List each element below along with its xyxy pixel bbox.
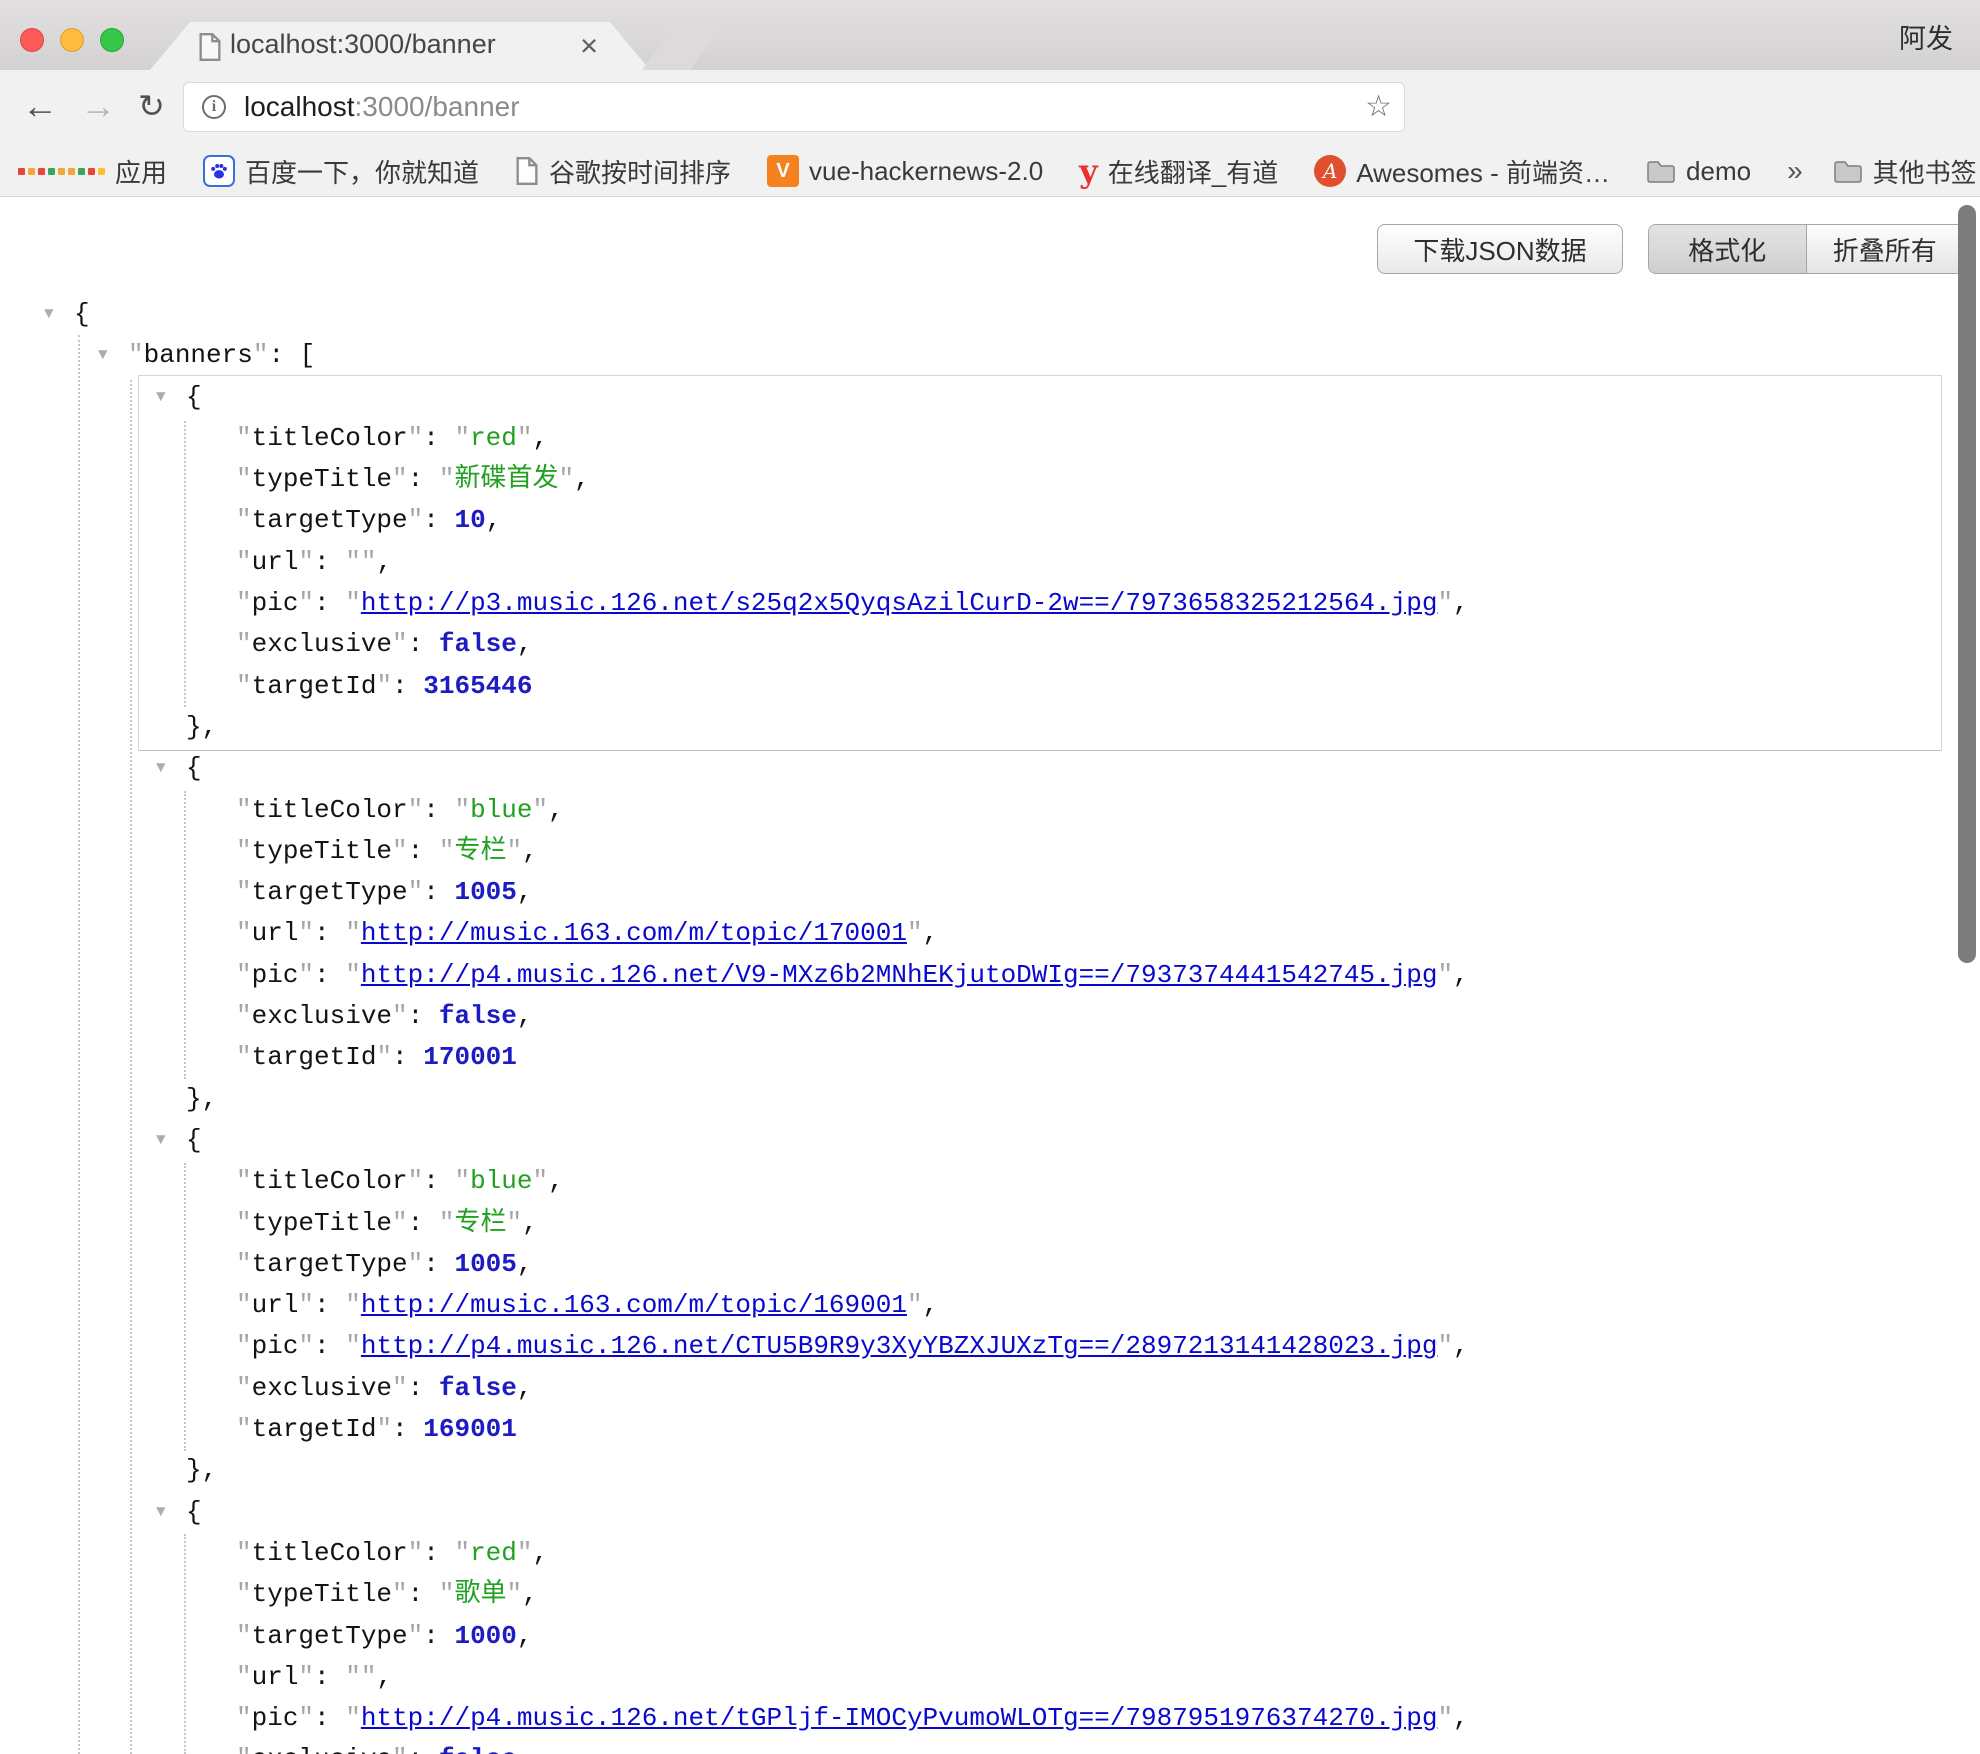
browser-toolbar: ← → ↻ i localhost:3000/banner ☆ 英: [0, 70, 1980, 146]
bookmark-label: 在线翻译_有道: [1108, 153, 1278, 190]
folder-icon: [1646, 158, 1676, 184]
fullscreen-window-button[interactable]: [100, 28, 124, 52]
close-window-button[interactable]: [20, 28, 44, 52]
json-field-pic: "pic": "http://p4.music.126.net/V9-MXz6b…: [0, 955, 1980, 996]
collapse-triangle-icon[interactable]: ▼: [44, 294, 54, 335]
bookmark-label: vue-hackernews-2.0: [809, 156, 1043, 187]
back-button[interactable]: ←: [22, 82, 58, 130]
json-link[interactable]: http://p4.music.126.net/tGPljf-IMOCyPvum…: [361, 1703, 1438, 1733]
apps-grid-icon: [18, 168, 105, 175]
json-object-open: ▼{: [0, 1492, 1980, 1533]
json-field-url: "url": "",: [0, 1657, 1980, 1698]
bookmark-folder-demo[interactable]: demo: [1646, 156, 1751, 187]
json-link[interactable]: http://music.163.com/m/topic/170001: [361, 918, 907, 948]
json-field-titleColor: "titleColor": "blue",: [0, 1161, 1980, 1202]
json-field-exclusive: "exclusive": false,: [0, 1739, 1980, 1754]
bookmark-label: 谷歌按时间排序: [549, 153, 731, 190]
awesomes-a-icon: A: [1314, 155, 1346, 187]
page-document-icon: [198, 33, 222, 66]
json-field-url: "url": "http://music.163.com/m/topic/169…: [0, 1285, 1980, 1326]
folder-icon: [1833, 158, 1863, 184]
json-object-close: },: [0, 1450, 1980, 1491]
tab-title: localhost:3000/banner: [230, 29, 496, 60]
json-object-close: },: [0, 1079, 1980, 1120]
bookmark-label: 百度一下，你就知道: [245, 153, 479, 190]
json-object-open: ▼{: [0, 1120, 1980, 1161]
bookmark-apps[interactable]: 应用: [18, 153, 167, 190]
address-bar[interactable]: i localhost:3000/banner ☆: [183, 82, 1405, 132]
collapse-triangle-icon[interactable]: ▼: [156, 748, 166, 789]
forward-button: →: [80, 82, 116, 130]
json-root-open: ▼{: [0, 294, 1980, 335]
reload-button[interactable]: ↻: [138, 82, 165, 130]
url-host: localhost: [244, 91, 355, 122]
document-icon: [515, 157, 539, 185]
collapse-triangle-icon[interactable]: ▼: [156, 1120, 166, 1161]
json-object-open: ▼{: [0, 377, 1980, 418]
scrollbar-thumb[interactable]: [1958, 205, 1976, 963]
bookmark-vue-hackernews[interactable]: V vue-hackernews-2.0: [767, 155, 1043, 187]
json-field-pic: "pic": "http://p3.music.126.net/s25q2x5Q…: [0, 583, 1980, 624]
browser-tab[interactable]: localhost:3000/banner ×: [150, 22, 650, 70]
bookmark-awesomes[interactable]: A Awesomes - 前端资…: [1314, 153, 1610, 190]
url-text[interactable]: localhost:3000/banner: [244, 91, 520, 123]
json-field-url: "url": "",: [0, 542, 1980, 583]
json-field-typeTitle: "typeTitle": "专栏",: [0, 1203, 1980, 1244]
bookmark-label: demo: [1686, 156, 1751, 187]
other-bookmarks-folder[interactable]: 其他书签: [1833, 153, 1977, 190]
bookmark-google-sort[interactable]: 谷歌按时间排序: [515, 153, 731, 190]
json-field-titleColor: "titleColor": "blue",: [0, 790, 1980, 831]
json-field-targetId: "targetId": 169001: [0, 1409, 1980, 1450]
json-field-typeTitle: "typeTitle": "歌单",: [0, 1574, 1980, 1615]
json-field-targetId: "targetId": 3165446: [0, 666, 1980, 707]
profile-name[interactable]: 阿发: [1899, 17, 1953, 56]
tab-close-icon[interactable]: ×: [580, 28, 598, 64]
minimize-window-button[interactable]: [60, 28, 84, 52]
json-field-targetId: "targetId": 170001: [0, 1037, 1980, 1078]
bookmarks-overflow-chevron[interactable]: »: [1787, 155, 1803, 187]
json-link[interactable]: http://p3.music.126.net/s25q2x5QyqsAzilC…: [361, 588, 1438, 618]
json-field-pic: "pic": "http://p4.music.126.net/CTU5B9R9…: [0, 1326, 1980, 1367]
json-field-typeTitle: "typeTitle": "专栏",: [0, 831, 1980, 872]
url-path: :3000/banner: [355, 91, 520, 122]
bookmark-label: 应用: [115, 153, 167, 190]
bookmark-youdao[interactable]: y 在线翻译_有道: [1079, 153, 1278, 190]
json-link[interactable]: http://p4.music.126.net/V9-MXz6b2MNhEKju…: [361, 960, 1438, 990]
page-info-icon[interactable]: i: [202, 95, 226, 119]
json-field-targetType: "targetType": 1000,: [0, 1616, 1980, 1657]
json-field-url: "url": "http://music.163.com/m/topic/170…: [0, 913, 1980, 954]
bookmark-label: Awesomes - 前端资…: [1356, 153, 1610, 190]
json-field-exclusive: "exclusive": false,: [0, 624, 1980, 665]
json-link[interactable]: http://p4.music.126.net/CTU5B9R9y3XyYBZX…: [361, 1331, 1438, 1361]
json-object-open: ▼{: [0, 748, 1980, 789]
json-field-titleColor: "titleColor": "red",: [0, 1533, 1980, 1574]
json-field-titleColor: "titleColor": "red",: [0, 418, 1980, 459]
other-bookmarks-label: 其他书签: [1873, 153, 1977, 190]
json-field-typeTitle: "typeTitle": "新碟首发",: [0, 459, 1980, 500]
json-object-close: },: [0, 707, 1980, 748]
json-field-targetType: "targetType": 10,: [0, 500, 1980, 541]
bookmarks-bar: 应用 百度一下，你就知道: [0, 146, 1980, 197]
collapse-triangle-icon[interactable]: ▼: [156, 1492, 166, 1533]
bookmark-baidu[interactable]: 百度一下，你就知道: [203, 153, 479, 190]
json-field-targetType: "targetType": 1005,: [0, 1244, 1980, 1285]
bookmark-star-icon[interactable]: ☆: [1365, 89, 1392, 124]
tab-strip: localhost:3000/banner × 阿发: [0, 0, 1980, 70]
collapse-triangle-icon[interactable]: ▼: [156, 377, 166, 418]
json-field-targetType: "targetType": 1005,: [0, 872, 1980, 913]
page-content: 下载JSON数据 格式化 折叠所有 ▼{▼"banners": [▼{"titl…: [0, 197, 1980, 1754]
json-field-exclusive: "exclusive": false,: [0, 996, 1980, 1037]
youdao-y-icon: y: [1079, 156, 1098, 186]
baidu-paw-icon: [203, 155, 235, 187]
vue-badge-icon: V: [767, 155, 799, 187]
json-banners-key: ▼"banners": [: [0, 335, 1980, 376]
new-tab-button[interactable]: [642, 28, 720, 70]
browser-window: localhost:3000/banner × 阿发 ← → ↻ i local…: [0, 0, 1980, 1754]
json-tree: ▼{▼"banners": [▼{"titleColor": "red","ty…: [0, 197, 1980, 1754]
json-link[interactable]: http://music.163.com/m/topic/169001: [361, 1290, 907, 1320]
json-field-exclusive: "exclusive": false,: [0, 1368, 1980, 1409]
json-field-pic: "pic": "http://p4.music.126.net/tGPljf-I…: [0, 1698, 1980, 1739]
collapse-triangle-icon[interactable]: ▼: [98, 335, 108, 376]
